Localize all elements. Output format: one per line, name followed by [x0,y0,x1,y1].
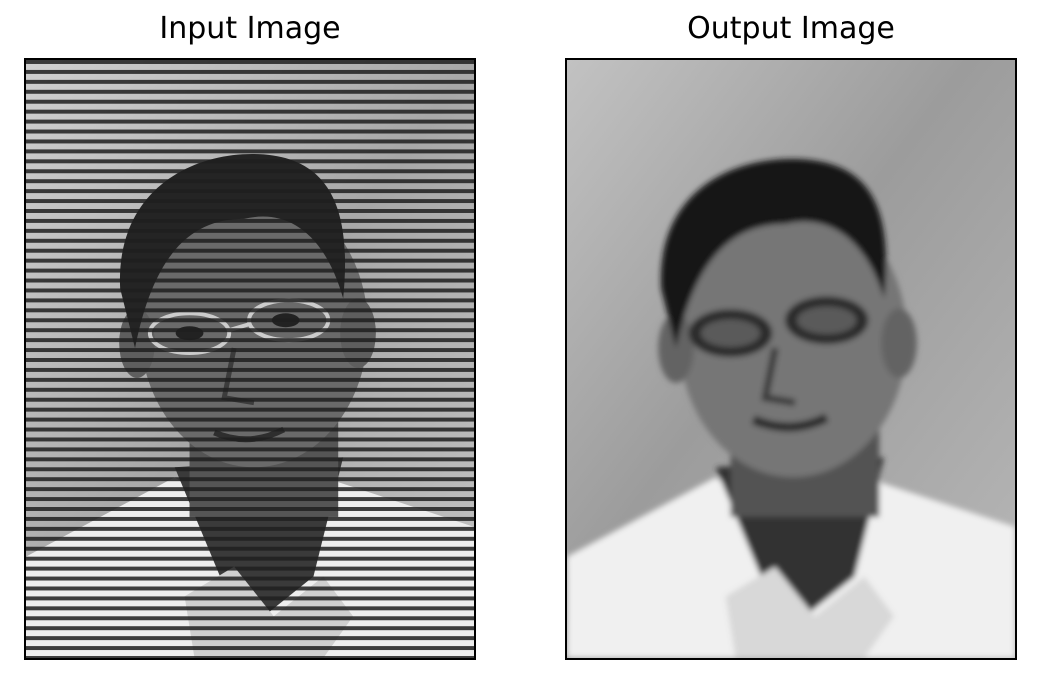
output-image [565,58,1017,660]
output-image-title: Output Image [687,11,895,46]
input-portrait-graphic [26,60,474,658]
input-image [24,58,476,660]
input-image-title: Input Image [159,11,341,46]
output-portrait-graphic [567,60,1015,658]
